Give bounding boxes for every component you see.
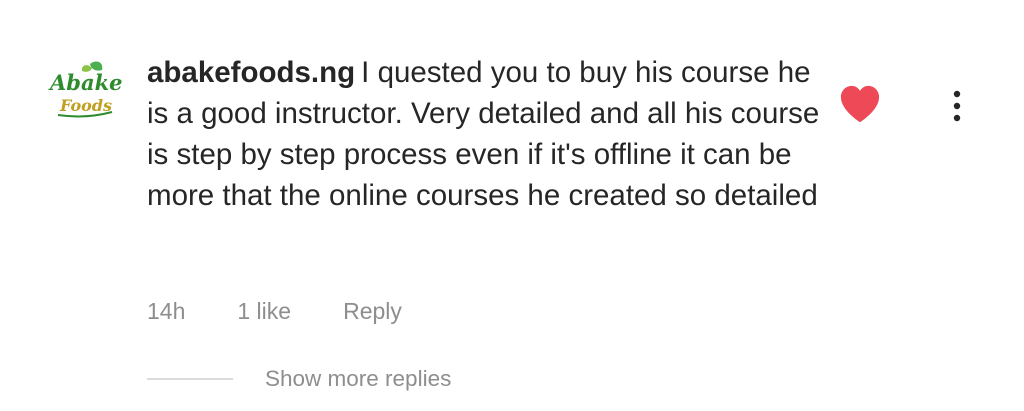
reply-button[interactable]: Reply — [343, 298, 402, 325]
more-vertical-icon-svg — [953, 90, 961, 122]
comment-body: abakefoods.ng I quested you to buy his co… — [147, 52, 827, 216]
abake-foods-logo: Abake Foods — [48, 61, 123, 118]
comment-username[interactable]: abakefoods.ng — [147, 56, 355, 89]
more-vertical-icon[interactable] — [942, 86, 972, 126]
show-more-replies-label[interactable]: Show more replies — [265, 366, 451, 392]
replies-divider — [147, 378, 233, 380]
logo-brand-line1: Abake — [48, 70, 123, 95]
comment-meta: 14h 1 like Reply — [147, 298, 454, 325]
comment: Abake Foods abakefoods.ng I quested you t… — [0, 0, 1024, 411]
heart-icon[interactable] — [838, 84, 882, 124]
comment-text-block: abakefoods.ng I quested you to buy his co… — [147, 52, 827, 216]
likes-count-link[interactable]: 1 like — [237, 298, 291, 325]
comment-timestamp: 14h — [147, 298, 186, 324]
heart-icon-svg — [840, 85, 880, 123]
logo-brand-line2: Foods — [59, 96, 112, 115]
show-more-replies[interactable]: Show more replies — [147, 366, 451, 392]
avatar[interactable]: Abake Foods — [46, 60, 126, 120]
